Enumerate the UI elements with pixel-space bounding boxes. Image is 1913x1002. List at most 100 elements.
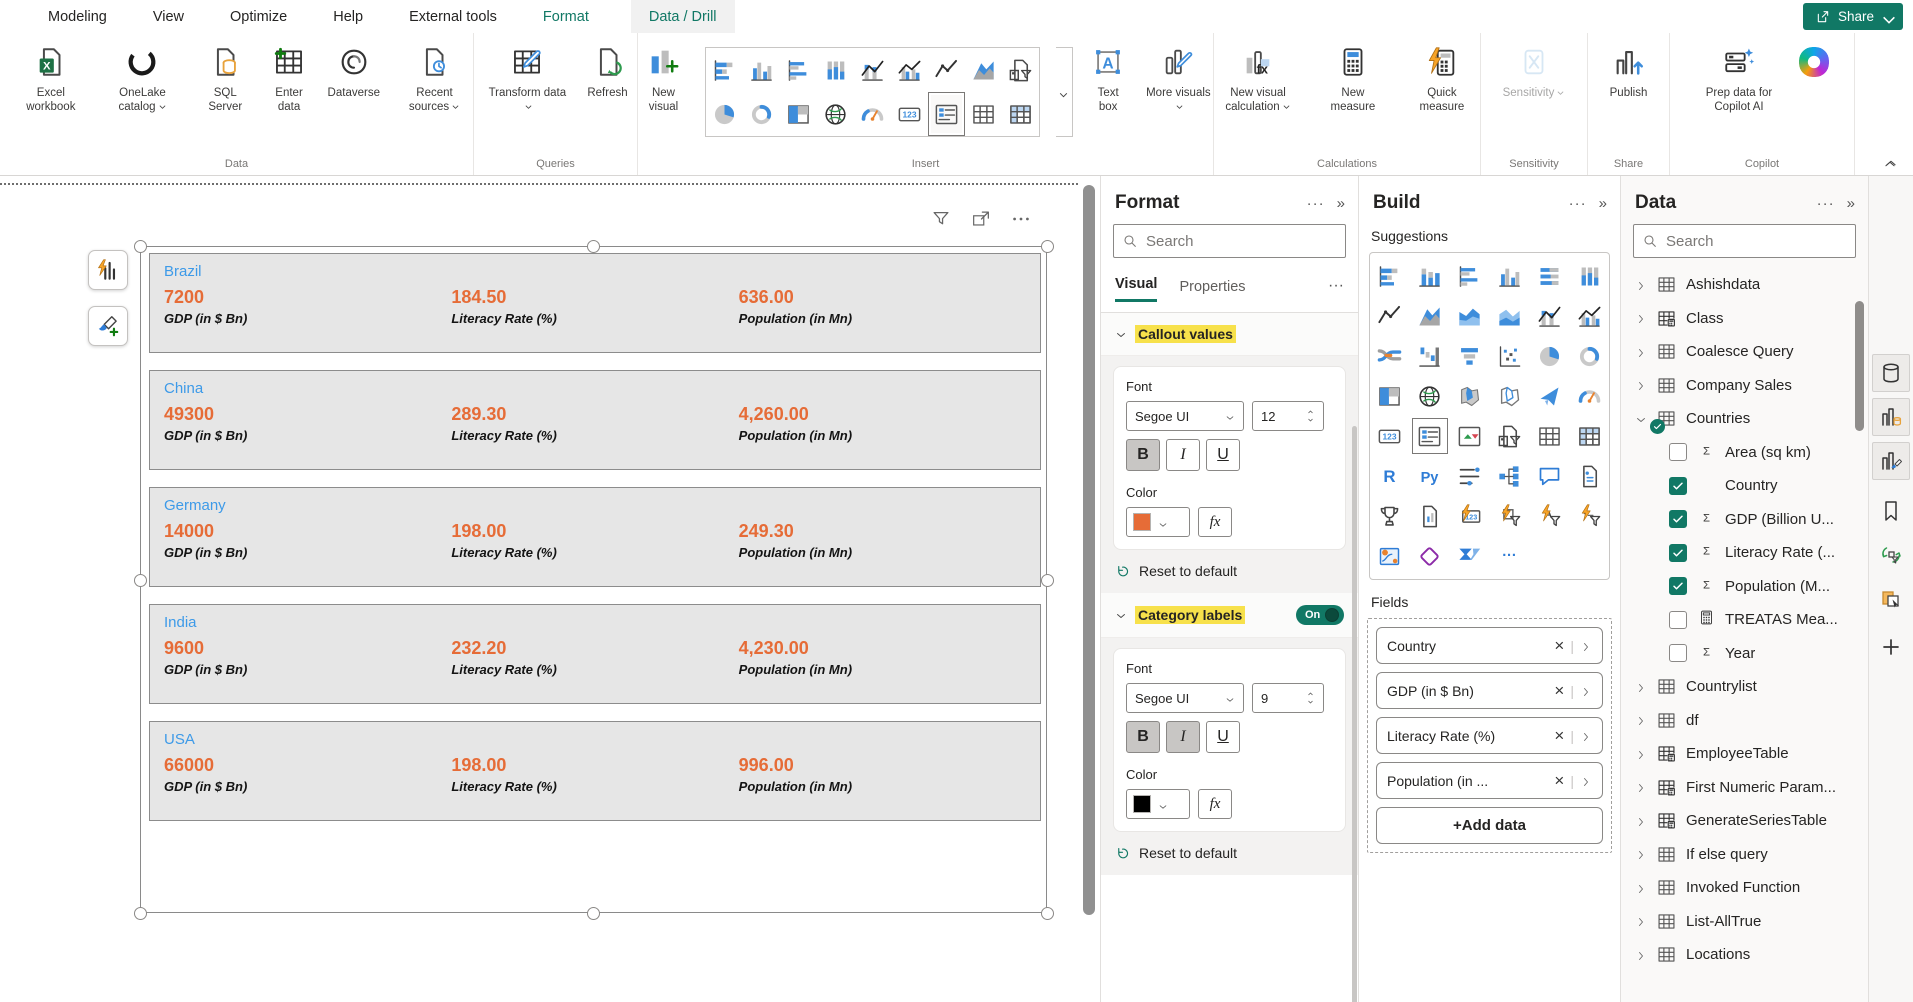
table-item-company-sales[interactable]: Company Sales [1621,369,1868,403]
chevron-right-icon[interactable] [1635,781,1647,793]
remove-field-icon[interactable]: × [1550,726,1568,746]
selection-handle[interactable] [134,240,147,253]
visual-type-filled-map[interactable] [1450,376,1490,416]
fx-conditional-format-button[interactable]: fx [1198,789,1232,819]
field-checkbox[interactable] [1669,477,1687,495]
ribbon-button-quick-measure[interactable]: Quick measure [1404,45,1480,115]
visual-type-shape-map[interactable] [1490,376,1530,416]
ribbon-button-publish[interactable]: Publish [1610,45,1648,100]
table-item-locations[interactable]: Locations [1621,938,1868,972]
chevron-right-icon[interactable] [1580,730,1592,742]
selection-handle[interactable] [1041,574,1054,587]
visual-type-stacked-area[interactable] [1450,296,1490,336]
gallery-visual-treemap[interactable] [780,92,817,136]
data-search-input[interactable] [1666,233,1847,250]
field-item-gdp-billion-u[interactable]: ΣGDP (Billion U... [1621,503,1868,537]
visual-type-gauge[interactable] [1570,376,1610,416]
gallery-visual-globe[interactable] [817,92,854,136]
add-data-button[interactable]: +Add data [1376,807,1603,844]
table-item-generateseriestable[interactable]: GenerateSeriesTable [1621,804,1868,838]
canvas-scrollbar-thumb[interactable] [1083,185,1095,915]
section-header-category-labels[interactable]: Category labelsOn [1101,593,1358,638]
share-button[interactable]: Share [1803,3,1903,30]
ribbon-button-dataverse[interactable]: Dataverse [328,45,380,100]
visual-type-more[interactable]: ··· [1490,536,1530,576]
style-b-button[interactable]: B [1126,721,1160,753]
visual-type-azure-map[interactable] [1530,376,1570,416]
gallery-visual-clustered-column[interactable] [743,48,780,92]
field-item-treatas-mea[interactable]: TREATAS Mea... [1621,603,1868,637]
visual-type-qna[interactable] [1530,456,1570,496]
reset-to-default-link[interactable]: Reset to default [1113,832,1346,863]
table-item-countries[interactable]: Countries [1621,402,1868,436]
visual-type-narrative[interactable] [1570,456,1610,496]
gallery-expand-icon[interactable] [1056,47,1073,137]
field-checkbox[interactable] [1669,544,1687,562]
field-item-country[interactable]: Country [1621,469,1868,503]
gallery-visual-area[interactable] [965,48,1002,92]
style-u-button[interactable]: U [1206,721,1240,753]
selection-handle[interactable] [587,240,600,253]
chevron-right-icon[interactable] [1635,915,1647,927]
table-item-list-alltrue[interactable]: List-AllTrue [1621,905,1868,939]
format-search[interactable] [1113,224,1346,258]
font-size-stepper[interactable]: 9 [1252,683,1324,713]
visual-type-line-stacked-column[interactable] [1530,296,1570,336]
selection-handle[interactable] [134,907,147,920]
visual-type-area[interactable] [1410,296,1450,336]
add-pane-button[interactable] [1872,628,1910,666]
double-chevron-right-icon[interactable]: » [1599,195,1608,212]
visual-type-pct-bar[interactable] [1530,256,1570,296]
ribbon-button-prep-data-for-copilot-ai[interactable]: Prep data for Copilot AI [1695,45,1783,115]
multi-row-card-visual[interactable]: Brazil7200GDP (in $ Bn)184.50Literacy Ra… [140,246,1047,913]
selection-handle[interactable] [134,574,147,587]
field-checkbox[interactable] [1669,644,1687,662]
table-item-invoked-function[interactable]: Invoked Function [1621,871,1868,905]
field-well-population-in[interactable]: Population (in ...×| [1376,762,1603,799]
reset-to-default-link[interactable]: Reset to default [1113,550,1346,581]
format-pane-toggle[interactable] [1872,442,1910,480]
chevron-down-icon[interactable] [1635,413,1647,425]
color-picker[interactable] [1126,507,1190,537]
visual-type-waterfall[interactable] [1410,336,1450,376]
visual-type-slicer[interactable] [1450,456,1490,496]
more-horizontal-icon[interactable]: ··· [1817,195,1835,212]
menu-item-data-drill[interactable]: Data / Drill [631,0,735,33]
table-item-coalesce-query[interactable]: Coalesce Query [1621,335,1868,369]
chevron-right-icon[interactable] [1635,346,1647,358]
color-picker[interactable] [1126,789,1190,819]
field-checkbox[interactable] [1669,577,1687,595]
chevron-right-icon[interactable] [1635,949,1647,961]
style-i-button[interactable]: I [1166,721,1200,753]
selection-handle[interactable] [1041,240,1054,253]
chevron-right-icon[interactable] [1580,775,1592,787]
ribbon-button-text-box[interactable]: AText box [1089,45,1128,115]
visual-type-paginated[interactable] [1410,496,1450,536]
format-search-input[interactable] [1146,233,1337,250]
card-row-brazil[interactable]: Brazil7200GDP (in $ Bn)184.50Literacy Ra… [149,253,1041,353]
visual-type-arcgis[interactable] [1370,536,1410,576]
visual-type-multi-row-card[interactable] [1410,416,1450,456]
gallery-visual-card[interactable]: 123 [891,92,928,136]
sync-slicers-pane-toggle[interactable] [1872,536,1910,574]
collapse-ribbon-icon[interactable] [1882,156,1900,170]
visual-type-matrix[interactable] [1570,416,1610,456]
chevron-right-icon[interactable] [1635,848,1647,860]
field-item-literacy-rate[interactable]: ΣLiteracy Rate (... [1621,536,1868,570]
chevron-right-icon[interactable] [1635,882,1647,894]
style-i-button[interactable]: I [1166,439,1200,471]
field-item-population-m[interactable]: ΣPopulation (M... [1621,570,1868,604]
selection-handle[interactable] [1041,907,1054,920]
fx-conditional-format-button[interactable]: fx [1198,507,1232,537]
visual-type-ribbon-chart[interactable] [1370,336,1410,376]
gallery-visual-pct-column[interactable] [817,48,854,92]
data-pane-scrollbar[interactable] [1855,301,1864,431]
visual-type-line[interactable] [1370,296,1410,336]
more-horizontal-icon[interactable]: ··· [1328,277,1344,302]
visual-type-scatter[interactable] [1490,336,1530,376]
format-visual-button[interactable] [88,306,128,346]
focus-mode-icon[interactable] [970,208,992,230]
table-item-ashishdata[interactable]: Ashishdata [1621,268,1868,302]
table-item-if-else-query[interactable]: If else query [1621,838,1868,872]
visual-type-report[interactable] [1490,416,1530,456]
